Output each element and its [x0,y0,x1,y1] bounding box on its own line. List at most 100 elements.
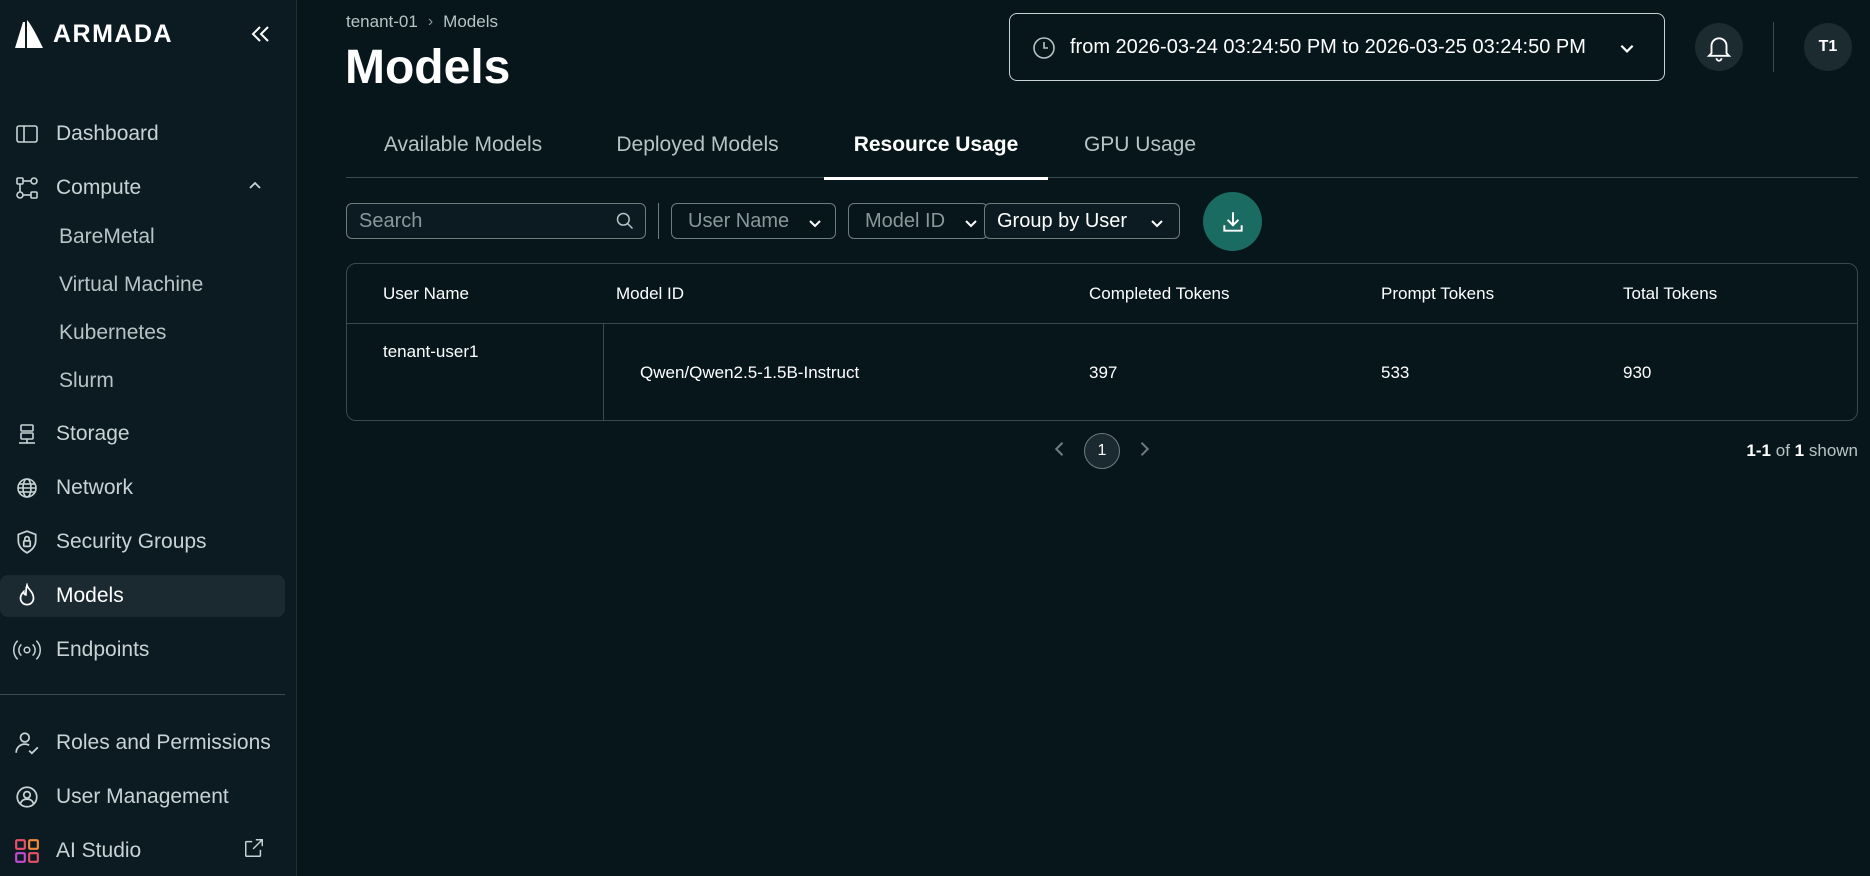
bell-icon [1706,37,1732,62]
sidebar-item-label: AI Studio [56,839,142,862]
compute-nodes-icon [13,174,41,202]
sidebar-item-label: Models [56,584,124,607]
column-header-total-tokens[interactable]: Total Tokens [1623,284,1717,304]
chevron-down-icon [807,214,823,237]
tab-available-models[interactable]: Available Models [346,112,580,178]
cell-prompt-tokens: 533 [1381,363,1410,382]
search-box [346,203,646,239]
filter-divider [658,203,659,239]
avatar[interactable]: T1 [1804,23,1852,71]
globe-icon [13,474,41,502]
sidebar-item-label: User Management [56,785,229,808]
flame-icon [13,582,41,610]
group-divider [603,324,604,421]
sidebar-subitem-kubernetes[interactable]: Kubernetes [59,315,166,351]
column-header-user-name[interactable]: User Name [383,284,469,304]
page-number-button[interactable]: 1 [1084,433,1120,469]
breadcrumb: tenant-01 › Models [346,12,498,32]
sidebar-item-roles-permissions[interactable]: Roles and Permissions [0,722,285,764]
brand-logo[interactable]: ARMADA [11,16,173,52]
breadcrumb-current: Models [443,12,498,31]
model-id-dropdown-label: Model ID [865,209,946,232]
column-header-model-id[interactable]: Model ID [616,284,684,304]
armada-logo-icon [15,20,43,48]
user-name-dropdown[interactable]: User Name [671,203,836,239]
tabs: Available Models Deployed Models Resourc… [346,112,1858,180]
date-range-picker[interactable]: from 2026-03-24 03:24:50 PM to 2026-03-2… [1009,13,1665,81]
sidebar-item-label: Security Groups [56,530,207,553]
chevron-right-icon [1140,441,1150,456]
sidebar-item-dashboard[interactable]: Dashboard [0,113,285,155]
cell-completed-tokens: 397 [1089,363,1118,382]
results-range: 1-1 [1746,441,1771,460]
sidebar: ARMADA Dashboard Compute BareMetal Virtu… [0,0,297,876]
search-icon[interactable] [615,211,635,236]
sidebar-item-security-groups[interactable]: Security Groups [0,521,285,563]
chevron-left-icon [1054,441,1064,456]
column-header-prompt-tokens[interactable]: Prompt Tokens [1381,284,1494,304]
sidebar-item-storage[interactable]: Storage [0,413,285,455]
notifications-button[interactable] [1695,23,1743,71]
collapse-sidebar-button[interactable] [246,20,274,48]
sidebar-subitem-virtual-machine[interactable]: Virtual Machine [59,267,203,303]
sidebar-item-endpoints[interactable]: Endpoints [0,629,285,671]
sidebar-item-network[interactable]: Network [0,467,285,509]
results-suffix: shown [1808,441,1858,460]
page-title: Models [345,41,511,94]
external-link-icon [243,837,265,865]
sidebar-item-label: Roles and Permissions [56,731,271,754]
group-by-dropdown-label: Group by User [997,209,1128,232]
breadcrumb-tenant[interactable]: tenant-01 [346,12,418,32]
cell-total-tokens: 930 [1623,363,1652,382]
results-of: of [1775,441,1790,460]
chevron-down-icon [1149,214,1165,237]
download-icon [1222,211,1243,232]
user-check-icon [13,729,41,757]
download-button[interactable] [1203,192,1262,251]
group-by-dropdown[interactable]: Group by User [984,203,1180,239]
storage-icon [13,420,41,448]
sidebar-item-label: Storage [56,422,130,445]
grid-apps-icon [13,837,41,865]
clock-icon [1032,36,1056,66]
tab-deployed-models[interactable]: Deployed Models [580,112,815,178]
sidebar-item-user-management[interactable]: User Management [0,776,285,818]
tab-gpu-usage[interactable]: GPU Usage [1048,112,1232,178]
results-total: 1 [1794,441,1805,460]
tab-resource-usage[interactable]: Resource Usage [824,112,1048,180]
sidebar-item-ai-studio[interactable]: AI Studio [0,830,285,872]
chevron-up-icon [247,176,263,200]
sidebar-panel-icon [13,120,41,148]
user-name-dropdown-label: User Name [688,209,790,232]
shield-lock-icon [13,528,41,556]
chevron-right-icon: › [427,13,434,30]
sidebar-item-models[interactable]: Models [0,575,285,617]
sidebar-subitem-slurm[interactable]: Slurm [59,363,114,399]
search-input[interactable] [347,204,607,238]
cell-user-name: tenant-user1 [383,342,479,361]
resource-usage-table: User Name Model ID Completed Tokens Prom… [346,263,1858,421]
sidebar-item-label: Compute [56,176,142,199]
model-id-dropdown[interactable]: Model ID [848,203,988,239]
results-count: 1-1 of 1 shown [1746,441,1858,461]
sidebar-divider [0,694,285,695]
user-gear-icon [13,783,41,811]
column-header-completed-tokens[interactable]: Completed Tokens [1089,284,1230,304]
double-chevron-left-icon [251,26,269,42]
date-range-text: from 2026-03-24 03:24:50 PM to 2026-03-2… [1070,35,1586,58]
table-header: User Name Model ID Completed Tokens Prom… [347,264,1857,324]
header-divider [1773,22,1774,72]
next-page-button[interactable] [1134,439,1154,464]
pagination: 1 [1050,433,1154,469]
chevron-down-icon [963,214,979,237]
sidebar-subitem-baremetal[interactable]: BareMetal [59,219,155,255]
cell-model-id: Qwen/Qwen2.5-1.5B-Instruct [640,363,860,382]
sidebar-item-label: Endpoints [56,638,150,661]
sidebar-item-compute[interactable]: Compute [0,167,285,209]
broadcast-icon [13,636,41,664]
chevron-down-icon [1618,39,1636,63]
sidebar-item-label: Dashboard [56,122,159,145]
prev-page-button[interactable] [1050,439,1070,464]
brand-name: ARMADA [53,19,174,48]
sidebar-item-label: Network [56,476,134,499]
